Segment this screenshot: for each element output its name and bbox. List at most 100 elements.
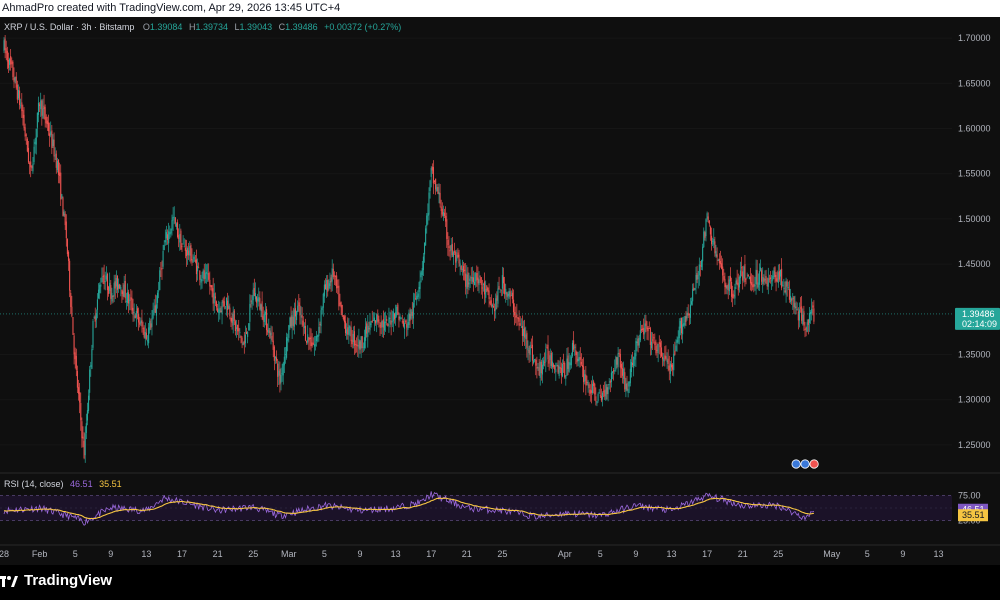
candle-body xyxy=(318,326,320,336)
candle-body xyxy=(776,278,778,282)
tradingview-logo[interactable]: TradingView xyxy=(0,572,112,589)
candle-body xyxy=(629,368,631,384)
price-chart-svg[interactable]: 1.70000 1.65000 1.60000 1.55000 1.50000 1.450… xyxy=(0,17,1000,565)
candle-body xyxy=(142,327,144,329)
candle-body xyxy=(174,217,176,224)
candle-body xyxy=(386,318,388,322)
candle-body xyxy=(45,116,47,124)
candle-body xyxy=(47,122,50,132)
candle-body xyxy=(415,298,417,300)
candle-body xyxy=(623,369,625,379)
candle-body xyxy=(74,352,76,360)
candle-body xyxy=(69,260,71,291)
candle-body xyxy=(84,433,86,456)
candle-body xyxy=(171,220,173,230)
attribution-bar: AhmadPro created with TradingView.com, A… xyxy=(0,0,1000,17)
price-tick-label: 1.70000 xyxy=(958,33,991,43)
candle-body xyxy=(35,128,37,145)
candle-body xyxy=(218,309,220,314)
candle-body xyxy=(543,360,545,366)
candle-body xyxy=(484,281,486,295)
time-tick-label: 9 xyxy=(900,549,905,559)
rsi-tick-label: 75.00 xyxy=(958,491,981,501)
candle-body xyxy=(266,309,268,331)
candle-body xyxy=(343,316,345,323)
candle-body xyxy=(224,306,226,308)
candle-body xyxy=(576,351,578,363)
candle-body xyxy=(490,300,492,307)
candle-body xyxy=(406,323,408,328)
candle-body xyxy=(7,60,9,68)
candle-body xyxy=(553,364,555,367)
candle-body xyxy=(98,289,100,298)
candle-body xyxy=(399,316,401,319)
candle-body xyxy=(791,298,793,301)
candle-body xyxy=(468,282,470,285)
candle-body xyxy=(609,381,611,383)
candle-body xyxy=(37,102,40,115)
candle-body xyxy=(306,340,308,343)
candle-body xyxy=(22,110,24,119)
candle-body xyxy=(109,282,111,291)
candle-body xyxy=(597,394,599,401)
candle-body xyxy=(140,320,142,324)
candle-body xyxy=(585,374,587,386)
candle-body xyxy=(5,48,7,54)
candle-body xyxy=(440,206,442,211)
candle-body xyxy=(584,374,586,382)
candle-body xyxy=(272,340,274,350)
candle-body xyxy=(311,342,313,347)
candle-body xyxy=(382,319,384,328)
candle-body xyxy=(391,321,393,323)
candle-body xyxy=(105,275,107,280)
candle-body xyxy=(507,294,509,298)
attribution-text: AhmadPro created with TradingView.com, A… xyxy=(2,2,341,14)
candle-body xyxy=(71,306,73,317)
candle-body xyxy=(595,396,597,402)
candle-body xyxy=(752,284,754,288)
candle-body xyxy=(428,192,430,215)
candle-body xyxy=(798,309,800,321)
candle-body xyxy=(365,326,367,341)
time-tick-label: 13 xyxy=(666,549,676,559)
candle-body xyxy=(367,325,369,337)
candle-body xyxy=(230,318,232,322)
candle-body xyxy=(40,100,42,110)
candle-body xyxy=(534,359,536,361)
candle-body xyxy=(277,363,279,377)
candle-body xyxy=(784,290,786,293)
candle-body xyxy=(387,323,389,327)
open-key: O xyxy=(142,22,150,32)
candle-body xyxy=(712,241,714,242)
candle-body xyxy=(88,395,90,411)
candle-body xyxy=(603,391,605,393)
candle-body xyxy=(378,319,380,324)
candle-body xyxy=(94,316,96,322)
candle-body xyxy=(747,274,749,277)
candle-body xyxy=(377,314,379,322)
candle-body xyxy=(471,276,473,282)
candle-body xyxy=(409,314,411,321)
candle-body xyxy=(481,287,483,289)
candle-body xyxy=(389,318,391,319)
candle-body xyxy=(516,314,518,317)
candle-body xyxy=(307,334,309,343)
candle-body xyxy=(601,392,604,400)
candle-body xyxy=(116,275,119,290)
candle-body xyxy=(54,155,56,157)
candle-body xyxy=(320,310,322,327)
candle-body xyxy=(258,297,260,302)
time-tick-label: 17 xyxy=(426,549,436,559)
candle-body xyxy=(650,341,653,349)
candle-body xyxy=(438,192,440,195)
candle-body xyxy=(164,240,166,243)
candle-body xyxy=(436,187,438,192)
chart-area[interactable]: 1.70000 1.65000 1.60000 1.55000 1.50000 1.450… xyxy=(0,17,1000,565)
candle-body xyxy=(496,295,498,301)
candle-body xyxy=(269,330,271,339)
time-tick-label: 9 xyxy=(108,549,113,559)
candle-body xyxy=(245,331,248,334)
candle-body xyxy=(193,256,195,260)
candle-body xyxy=(9,59,11,65)
candle-body xyxy=(425,228,427,246)
